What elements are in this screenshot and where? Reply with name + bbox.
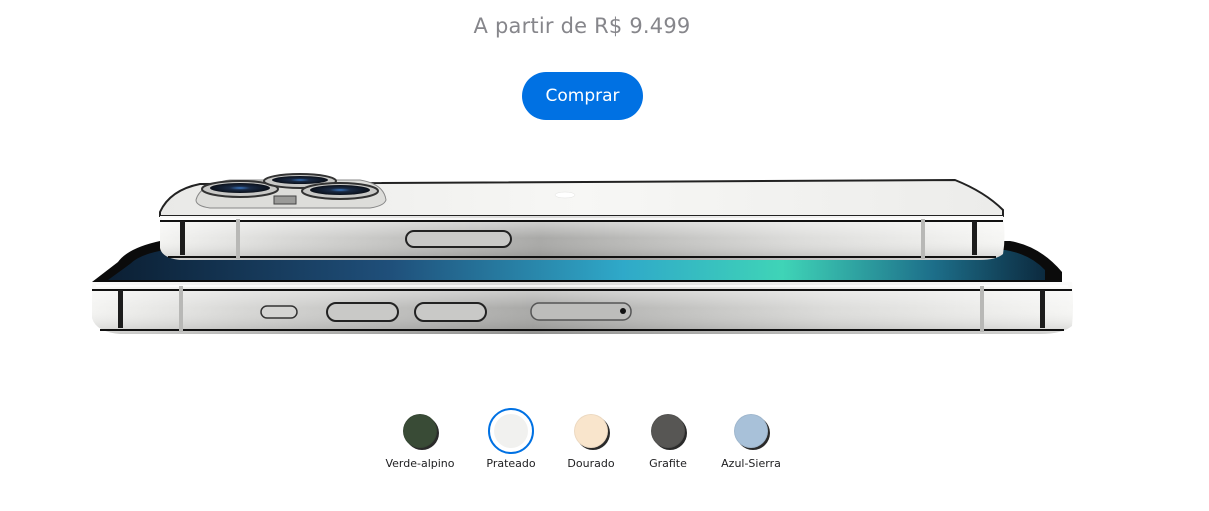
- swatch-label: Dourado: [567, 457, 615, 470]
- swatch-label: Azul-Sierra: [721, 457, 781, 470]
- swatch-azul-sierra[interactable]: Azul-Sierra: [709, 408, 793, 470]
- swatch-ring: [397, 408, 443, 454]
- swatch-label: Grafite: [649, 457, 687, 470]
- color-dot-grafite: [651, 414, 685, 448]
- product-image: [92, 173, 1073, 334]
- swatch-ring: [568, 408, 614, 454]
- color-dot-dourado: [574, 414, 608, 448]
- color-dot-verde-alpino: [403, 414, 437, 448]
- color-dot-prateado: [494, 414, 528, 448]
- swatch-ring: [728, 408, 774, 454]
- color-dot-azul-sierra: [734, 414, 768, 448]
- color-picker: Verde-alpino Prateado Dourado Grafite Az…: [378, 408, 788, 478]
- swatch-grafite[interactable]: Grafite: [626, 408, 710, 470]
- price-text: A partir de R$ 9.499: [473, 14, 691, 38]
- swatch-verde-alpino[interactable]: Verde-alpino: [378, 408, 462, 470]
- swatch-ring-selected: [488, 408, 534, 454]
- swatch-label: Verde-alpino: [385, 457, 455, 470]
- swatch-prateado[interactable]: Prateado: [469, 408, 553, 470]
- swatch-dourado[interactable]: Dourado: [549, 408, 633, 470]
- swatch-label: Prateado: [486, 457, 536, 470]
- buy-button[interactable]: Comprar: [522, 72, 643, 120]
- swatch-ring: [645, 408, 691, 454]
